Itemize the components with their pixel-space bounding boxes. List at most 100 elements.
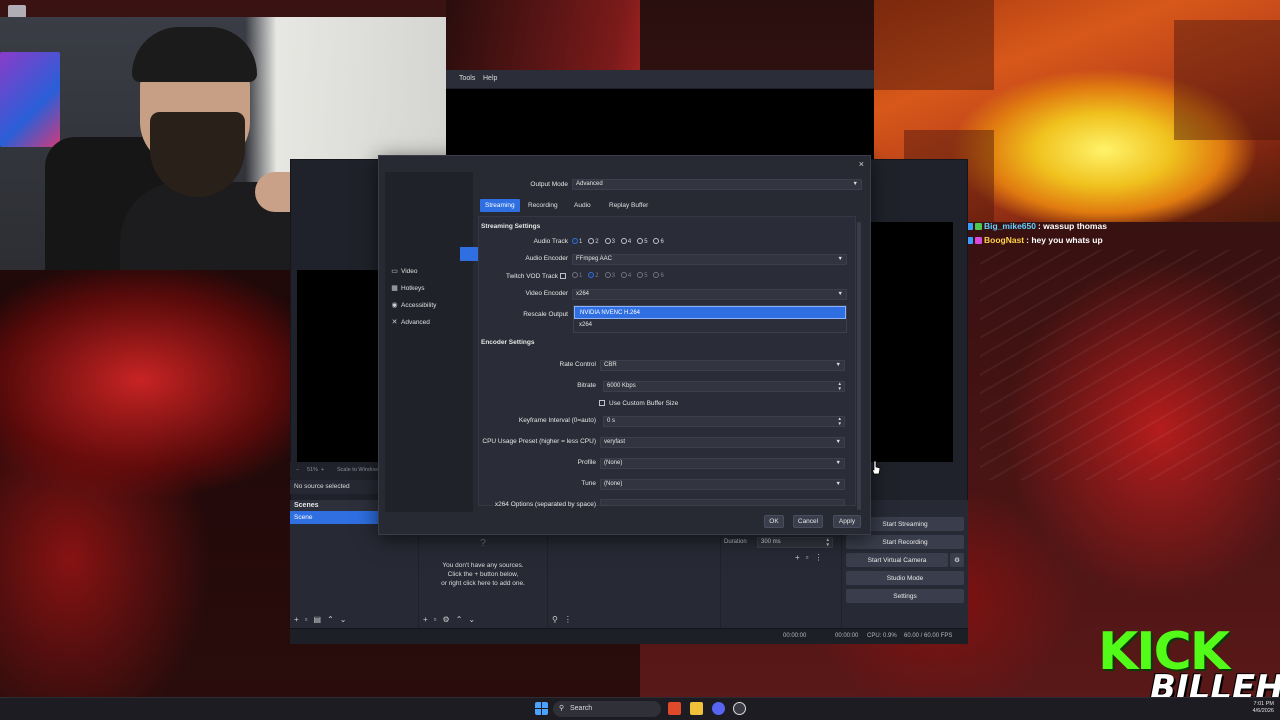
trash-icon[interactable]: ▫ — [806, 553, 809, 562]
menu-tools[interactable]: Tools — [459, 75, 475, 82]
start-recording-button[interactable]: Start Recording — [846, 535, 964, 549]
scale-mode[interactable]: Scale to Window — [337, 467, 378, 473]
plus-icon[interactable]: + — [321, 467, 324, 473]
profile-select[interactable]: (None) ▼ — [600, 458, 845, 469]
link-icon[interactable]: ⚲ — [552, 615, 558, 624]
discord-icon[interactable] — [712, 702, 725, 715]
profile-value: (None) — [604, 460, 623, 466]
gear-icon[interactable]: ⚙ — [443, 615, 450, 624]
tab-replay-buffer[interactable]: Replay Buffer — [604, 199, 653, 212]
sidebar-selected-output[interactable] — [460, 247, 478, 261]
audio-track-radio[interactable] — [620, 238, 627, 244]
brave-browser-icon[interactable] — [668, 702, 681, 715]
rate-control-select[interactable]: CBR ▼ — [600, 360, 845, 371]
more-icon[interactable]: ⋮ — [815, 553, 823, 562]
search-placeholder: Search — [570, 705, 593, 712]
add-icon[interactable]: + — [795, 553, 800, 562]
audio-encoder-select[interactable]: FFmpeg AAC ▼ — [572, 254, 847, 265]
sidebar-item-label: Accessibility — [401, 302, 437, 309]
move-up-icon[interactable]: ⌃ — [456, 615, 463, 624]
game-block — [1174, 20, 1280, 140]
x264-options-input[interactable] — [600, 499, 845, 506]
audio-track-radio[interactable] — [653, 238, 660, 244]
apply-button[interactable]: Apply — [833, 515, 861, 528]
add-icon[interactable]: + — [423, 615, 428, 624]
encoder-option-x264[interactable]: x264 — [574, 319, 846, 332]
file-explorer-icon[interactable] — [690, 702, 703, 715]
vod-track-radio — [637, 272, 644, 278]
obs-icon[interactable] — [733, 702, 746, 715]
ok-button[interactable]: OK — [764, 515, 784, 528]
filter-icon[interactable]: ▤ — [314, 615, 322, 624]
audio-track-radio[interactable] — [572, 238, 578, 244]
bitrate-value: 6000 Kbps — [607, 383, 636, 389]
duration-field[interactable]: 300 ms ▲ ▼ — [757, 537, 833, 548]
move-down-icon[interactable]: ⌄ — [468, 615, 475, 624]
audio-track-radio[interactable] — [604, 238, 611, 244]
rate-control-value: CBR — [604, 362, 617, 368]
spin-icon[interactable]: ▲ ▼ — [838, 416, 842, 426]
chevron-down-icon: ▼ — [835, 481, 841, 487]
minus-icon[interactable]: − — [296, 467, 299, 473]
sidebar-item-hotkeys[interactable]: ▦ Hotkeys — [391, 285, 424, 292]
record-time: 00:00:00 — [835, 633, 859, 639]
twitch-vod-checkbox[interactable] — [560, 273, 566, 279]
sidebar-item-accessibility[interactable]: ◉ Accessibility — [391, 302, 436, 309]
menu-help[interactable]: Help — [483, 75, 497, 82]
tab-recording[interactable]: Recording — [523, 199, 563, 212]
keyframe-input[interactable]: 0 s ▲ ▼ — [603, 416, 845, 427]
settings-scrollbar[interactable] — [857, 222, 861, 510]
stream-time: 00:00:00 — [783, 633, 807, 639]
encoder-settings-heading: Encoder Settings — [481, 339, 535, 346]
output-mode-select[interactable]: Advanced ▼ — [572, 179, 862, 190]
tune-select[interactable]: (None) ▼ — [600, 479, 845, 490]
add-icon[interactable]: + — [294, 615, 299, 624]
sources-empty-message: You don't have any sources. Click the + … — [419, 549, 547, 588]
move-down-icon[interactable]: ⌄ — [340, 615, 347, 624]
tab-audio[interactable]: Audio — [569, 199, 596, 212]
sidebar-item-video[interactable]: ▭ Video — [391, 268, 417, 275]
taskbar-search[interactable]: ⚲ Search — [553, 701, 661, 717]
obs-preview-top — [446, 89, 874, 159]
spin-icon[interactable]: ▲ ▼ — [838, 381, 842, 391]
audio-track-radio[interactable] — [637, 238, 644, 244]
custom-buffer-checkbox[interactable] — [599, 400, 605, 406]
keyboard-icon: ▦ — [391, 285, 398, 292]
virtual-camera-gear-icon[interactable]: ⚙ — [950, 553, 964, 567]
video-encoder-select[interactable]: x264 ▼ — [572, 289, 847, 300]
custom-buffer-label: Use Custom Buffer Size — [609, 400, 679, 407]
obs-status-bar: 00:00:00 00:00:00 CPU: 0.9% 60.00 / 60.0… — [290, 628, 968, 644]
windows-start-icon[interactable] — [535, 702, 548, 715]
mixer-toolbar: ⚲ ⋮ — [552, 615, 572, 624]
start-virtual-camera-button[interactable]: Start Virtual Camera — [846, 553, 948, 567]
bitrate-input[interactable]: 6000 Kbps ▲ ▼ — [603, 381, 845, 392]
badge-icon — [975, 236, 982, 244]
settings-button[interactable]: Settings — [846, 589, 964, 603]
spin-icon[interactable]: ▲ ▼ — [826, 537, 830, 547]
fps-readout: 60.00 / 60.00 FPS — [904, 633, 953, 639]
cpu-preset-select[interactable]: veryfast ▼ — [600, 437, 845, 448]
more-icon[interactable]: ⋮ — [564, 615, 572, 624]
vod-track-option: 1 — [579, 273, 583, 279]
studio-mode-button[interactable]: Studio Mode — [846, 571, 964, 585]
chat-message: Big_mike650 : wassup thomas — [966, 221, 1107, 231]
cancel-button[interactable]: Cancel — [793, 515, 823, 528]
clock-date: 4/6/2026 — [1252, 708, 1274, 714]
tab-streaming[interactable]: Streaming — [480, 199, 520, 212]
audio-track-radio[interactable] — [588, 238, 595, 244]
trash-icon[interactable]: ▫ — [305, 615, 308, 624]
monitor-icon: ▭ — [391, 268, 398, 275]
webcam-monitor — [0, 52, 60, 147]
system-clock[interactable]: 7:01 PM 4/6/2026 — [1253, 701, 1274, 715]
move-up-icon[interactable]: ⌃ — [327, 615, 334, 624]
close-icon[interactable]: × — [859, 159, 864, 169]
webcam-person-beanie — [132, 27, 257, 82]
sidebar-item-advanced[interactable]: ✕ Advanced — [391, 319, 430, 326]
audio-track-radios: 1 2 3 4 5 6 — [572, 238, 668, 245]
trash-icon[interactable]: ▫ — [434, 615, 437, 624]
accessibility-icon: ◉ — [391, 302, 398, 309]
keyframe-label: Keyframe Interval (0=auto) — [518, 417, 596, 424]
game-block — [874, 0, 994, 90]
encoder-option-nvenc[interactable]: NVIDIA NVENC H.264 — [574, 306, 846, 319]
video-encoder-value: x264 — [576, 291, 590, 297]
